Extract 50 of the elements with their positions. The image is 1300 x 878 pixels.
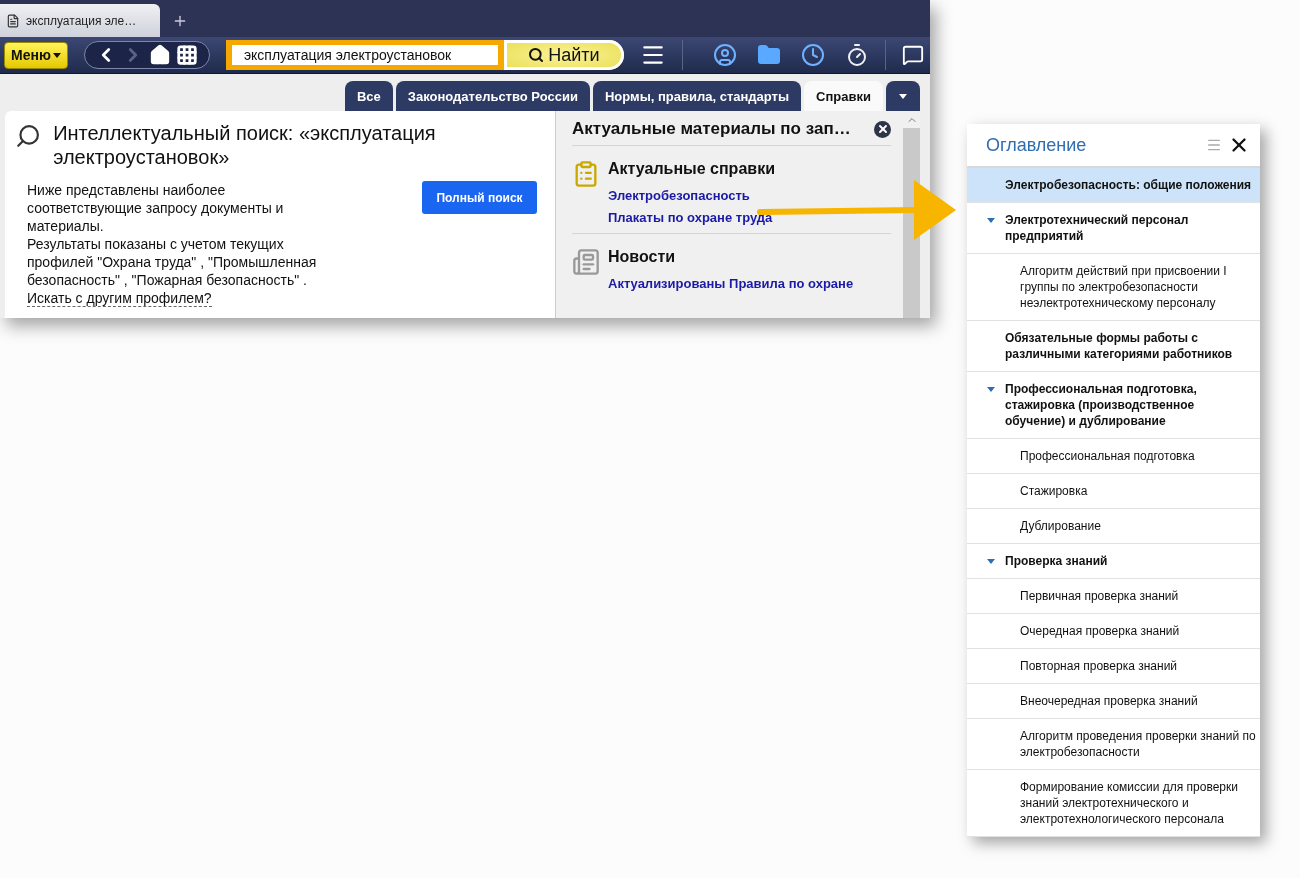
triangle-icon[interactable]: [987, 217, 995, 223]
material-link[interactable]: Плакаты по охране труда: [608, 210, 775, 225]
search-field[interactable]: эксплуатация электроустановок: [225, 40, 504, 70]
toc-item[interactable]: Проверка знаний: [967, 544, 1260, 579]
user-icon[interactable]: [712, 43, 737, 67]
toc-item[interactable]: Повторная проверка знаний: [967, 649, 1260, 684]
new-tab-button[interactable]: [172, 13, 188, 29]
toc-item[interactable]: Первичная проверка знаний: [967, 579, 1260, 614]
material-link[interactable]: Актуализированы Правила по охране: [608, 276, 854, 291]
folder-icon[interactable]: [756, 43, 781, 67]
description-text: Результаты показаны с учетом текущих профилей "Охрана труда" , "Промышленная безопасность" , "Пожарная безопасность" .: [27, 235, 318, 289]
browser-tab[interactable]: эксплуатация элe…: [0, 4, 160, 37]
grid-icon[interactable]: [176, 44, 199, 66]
toc-item[interactable]: Профессиональная подготовка, стажировка (производственное обучение) и дублирование: [967, 372, 1260, 439]
close-icon[interactable]: [874, 120, 891, 138]
more-tabs-button[interactable]: [886, 81, 920, 111]
category-tab[interactable]: Нормы, правила, стандарты: [592, 81, 802, 111]
triangle-icon[interactable]: [987, 386, 995, 392]
category-tab[interactable]: Законодательство России: [395, 81, 590, 111]
section-title: Актуальные справки: [608, 160, 775, 178]
triangle-icon[interactable]: [987, 558, 995, 564]
toc-item[interactable]: Дублирование: [967, 509, 1260, 544]
newspaper-icon: [572, 248, 600, 276]
search-title: Интеллектуальный поиск: «эксплуатация электроустановок»: [53, 121, 437, 169]
toc-item[interactable]: Стажировка: [967, 474, 1260, 509]
toc-item[interactable]: Профессиональная подготовка: [967, 439, 1260, 474]
category-tab[interactable]: Все: [344, 81, 393, 111]
toc-item[interactable]: Очередная проверка знаний: [967, 614, 1260, 649]
section-title: Новости: [608, 248, 677, 266]
toc-item[interactable]: Формирование комиссии для проверки знаний электротехнического и электротехнологического персонала: [967, 770, 1260, 837]
category-tab[interactable]: Справки: [804, 81, 883, 111]
toc-item[interactable]: Обязательные формы работы с различными категориями работников: [967, 321, 1260, 372]
toc-item[interactable]: Электротехнический персонал предприятий: [967, 203, 1260, 254]
toc-title: Оглавление: [986, 134, 1087, 156]
home-icon[interactable]: [149, 44, 172, 66]
clock-icon[interactable]: [800, 43, 825, 67]
search-icon: [528, 47, 545, 63]
find-button[interactable]: Найти: [503, 40, 624, 70]
panel-title: Актуальные материалы по зап…: [572, 119, 851, 139]
toc-item[interactable]: Алгоритм действий при присвоении I группы по электробезопасности неэлектротехническому персоналу: [967, 254, 1260, 321]
toc-item[interactable]: Внеочередная проверка знаний: [967, 684, 1260, 719]
menu-button[interactable]: Меню: [4, 41, 68, 69]
toc-item[interactable]: Алгоритм проведения проверки знаний по электробезопасности: [967, 719, 1260, 770]
toc-item[interactable]: Электробезопасность: общие положения: [967, 168, 1260, 203]
document-icon: [6, 13, 20, 28]
full-search-button[interactable]: Полный поиск: [422, 181, 537, 214]
material-link[interactable]: Электробезопасность: [608, 188, 775, 203]
description-text: Ниже представлены наиболее соответствующие запросу документы и материалы.: [27, 181, 285, 235]
comment-icon[interactable]: [901, 44, 924, 66]
profile-link[interactable]: Искать с другим профилем?: [27, 290, 212, 307]
